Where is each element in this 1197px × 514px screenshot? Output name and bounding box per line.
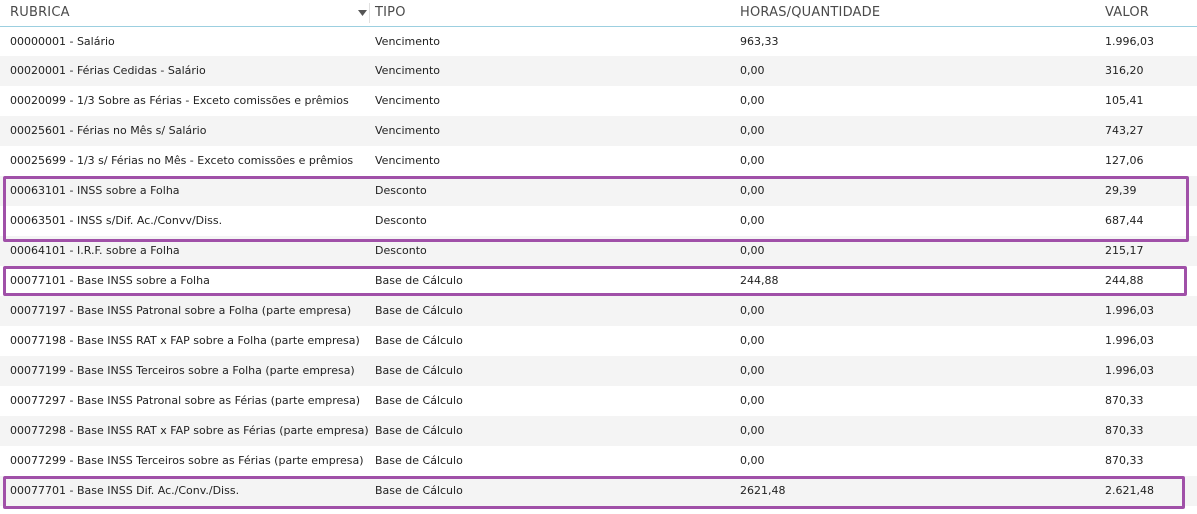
table-row[interactable]: 00077297 - Base INSS Patronal sobre as F… [0,386,1197,416]
cell-rubrica: 00077197 - Base INSS Patronal sobre a Fo… [10,304,352,317]
cell-tipo: Base de Cálculo [375,424,463,437]
cell-horas: 0,00 [740,334,765,347]
cell-horas: 0,00 [740,364,765,377]
cell-horas: 0,00 [740,184,765,197]
column-header-horas[interactable]: HORAS/QUANTIDADE [740,0,880,26]
cell-valor: 870,33 [1105,394,1144,407]
table-row[interactable]: 00000001 - Salário Vencimento 963,33 1.9… [0,27,1197,56]
table-row[interactable]: 00020001 - Férias Cedidas - Salário Venc… [0,56,1197,86]
cell-horas: 0,00 [740,94,765,107]
cell-tipo: Base de Cálculo [375,394,463,407]
cell-valor: 1.996,03 [1105,35,1154,48]
table-row[interactable]: 00077299 - Base INSS Terceiros sobre as … [0,446,1197,476]
cell-rubrica: 00077199 - Base INSS Terceiros sobre a F… [10,364,355,377]
cell-valor: 244,88 [1105,274,1144,287]
sort-descending-icon[interactable] [355,0,369,26]
cell-tipo: Base de Cálculo [375,304,463,317]
cell-horas: 0,00 [740,124,765,137]
cell-tipo: Vencimento [375,35,441,48]
cell-valor: 29,39 [1105,184,1137,197]
cell-valor: 316,20 [1105,64,1144,77]
cell-valor: 743,27 [1105,124,1144,137]
table-row[interactable]: 00025601 - Férias no Mês s/ Salário Venc… [0,116,1197,146]
cell-horas: 963,33 [740,35,779,48]
cell-tipo: Base de Cálculo [375,364,463,377]
cell-valor: 687,44 [1105,214,1144,227]
cell-rubrica: 00020001 - Férias Cedidas - Salário [10,64,206,77]
cell-tipo: Base de Cálculo [375,484,463,497]
cell-valor: 215,17 [1105,244,1144,257]
cell-tipo: Desconto [375,184,427,197]
cell-tipo: Base de Cálculo [375,274,463,287]
cell-tipo: Desconto [375,214,427,227]
cell-rubrica: 00025601 - Férias no Mês s/ Salário [10,124,207,137]
grid-body: 00000001 - Salário Vencimento 963,33 1.9… [0,27,1197,506]
cell-valor: 1.996,03 [1105,334,1154,347]
cell-horas: 0,00 [740,424,765,437]
table-row[interactable]: 00020099 - 1/3 Sobre as Férias - Exceto … [0,86,1197,116]
cell-rubrica: 00025699 - 1/3 s/ Férias no Mês - Exceto… [10,154,354,167]
cell-horas: 2621,48 [740,484,786,497]
cell-tipo: Base de Cálculo [375,454,463,467]
cell-valor: 105,41 [1105,94,1144,107]
payroll-grid: RUBRICA TIPO HORAS/QUANTIDADE VALOR 0000… [0,0,1197,506]
cell-rubrica: 00077299 - Base INSS Terceiros sobre as … [10,454,364,467]
cell-rubrica: 00000001 - Salário [10,35,115,48]
cell-rubrica: 00063101 - INSS sobre a Folha [10,184,180,197]
cell-tipo: Vencimento [375,64,441,77]
cell-rubrica: 00077198 - Base INSS RAT x FAP sobre a F… [10,334,360,347]
cell-tipo: Vencimento [375,154,441,167]
cell-tipo: Vencimento [375,124,441,137]
cell-rubrica: 00020099 - 1/3 Sobre as Férias - Exceto … [10,94,349,107]
table-row[interactable]: 00025699 - 1/3 s/ Férias no Mês - Exceto… [0,146,1197,176]
column-header-tipo[interactable]: TIPO [375,0,406,26]
cell-tipo: Base de Cálculo [375,334,463,347]
cell-tipo: Desconto [375,244,427,257]
cell-rubrica: 00064101 - I.R.F. sobre a Folha [10,244,180,257]
cell-valor: 870,33 [1105,424,1144,437]
cell-horas: 0,00 [740,394,765,407]
cell-horas: 0,00 [740,214,765,227]
cell-horas: 0,00 [740,244,765,257]
cell-tipo: Vencimento [375,94,441,107]
cell-horas: 0,00 [740,64,765,77]
table-row[interactable]: 00077198 - Base INSS RAT x FAP sobre a F… [0,326,1197,356]
table-row[interactable]: 00077199 - Base INSS Terceiros sobre a F… [0,356,1197,386]
cell-valor: 2.621,48 [1105,484,1154,497]
cell-valor: 870,33 [1105,454,1144,467]
cell-rubrica: 00063501 - INSS s/Dif. Ac./Convv/Diss. [10,214,223,227]
table-row[interactable]: 00077701 - Base INSS Dif. Ac./Conv./Diss… [0,476,1197,506]
column-header-valor[interactable]: VALOR [1105,0,1149,26]
cell-valor: 1.996,03 [1105,304,1154,317]
cell-horas: 0,00 [740,304,765,317]
column-divider[interactable] [369,3,370,23]
table-row[interactable]: 00064101 - I.R.F. sobre a Folha Desconto… [0,236,1197,266]
cell-horas: 0,00 [740,454,765,467]
cell-valor: 127,06 [1105,154,1144,167]
cell-horas: 0,00 [740,154,765,167]
cell-valor: 1.996,03 [1105,364,1154,377]
table-row[interactable]: 00063501 - INSS s/Dif. Ac./Convv/Diss. D… [0,206,1197,236]
table-row[interactable]: 00063101 - INSS sobre a Folha Desconto 0… [0,176,1197,206]
cell-rubrica: 00077297 - Base INSS Patronal sobre as F… [10,394,361,407]
cell-rubrica: 00077701 - Base INSS Dif. Ac./Conv./Diss… [10,484,240,497]
cell-horas: 244,88 [740,274,779,287]
table-row[interactable]: 00077298 - Base INSS RAT x FAP sobre as … [0,416,1197,446]
table-row[interactable]: 00077197 - Base INSS Patronal sobre a Fo… [0,296,1197,326]
cell-rubrica: 00077101 - Base INSS sobre a Folha [10,274,210,287]
cell-rubrica: 00077298 - Base INSS RAT x FAP sobre as … [10,424,369,437]
grid-header: RUBRICA TIPO HORAS/QUANTIDADE VALOR [0,0,1197,27]
column-header-rubrica[interactable]: RUBRICA [10,0,70,26]
table-row[interactable]: 00077101 - Base INSS sobre a Folha Base … [0,266,1197,296]
